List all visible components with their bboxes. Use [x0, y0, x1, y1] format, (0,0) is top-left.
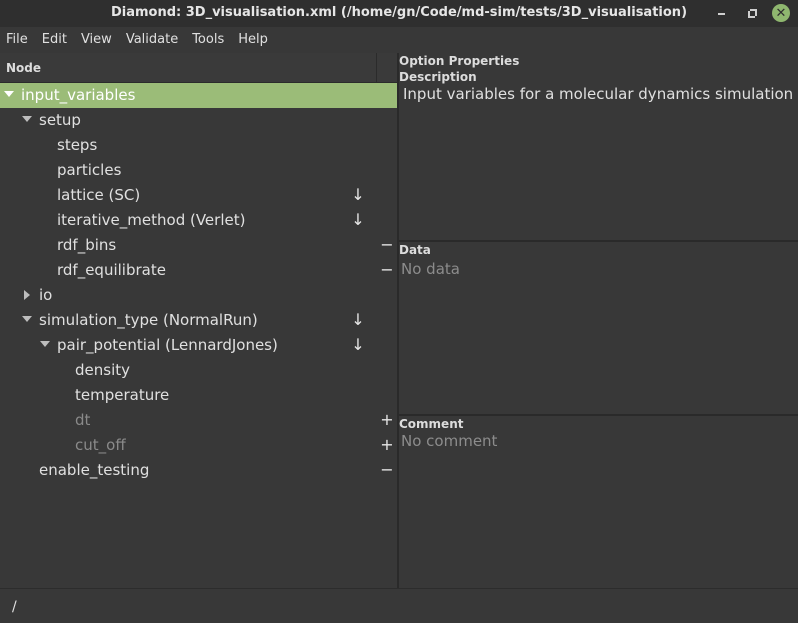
- column-header-node: Node: [6, 61, 42, 75]
- data-heading: Data: [399, 243, 431, 257]
- close-icon[interactable]: ✕: [772, 4, 790, 22]
- tree-row[interactable]: pair_potential (LennardJones) ↓: [0, 333, 397, 358]
- tree-row-label: density: [75, 361, 130, 379]
- remove-node-icon[interactable]: −: [379, 235, 395, 255]
- choice-dropdown-icon[interactable]: ↓: [350, 310, 366, 330]
- tree-row[interactable]: dt +: [0, 408, 397, 433]
- add-node-icon[interactable]: +: [379, 410, 395, 430]
- menu-view[interactable]: View: [74, 27, 119, 52]
- tree-row[interactable]: steps: [0, 133, 397, 158]
- maximize-icon[interactable]: [743, 4, 761, 22]
- tree-row[interactable]: input_variables: [0, 83, 397, 108]
- title-bar: Diamond: 3D_visualisation.xml (/home/gn/…: [0, 0, 798, 27]
- tree-row[interactable]: enable_testing −: [0, 458, 397, 483]
- tree-row-label: cut_off: [75, 436, 126, 454]
- tree-row-label: particles: [57, 161, 122, 179]
- tree-row-label: io: [39, 286, 53, 304]
- column-divider[interactable]: [376, 53, 377, 83]
- expander-expanded-icon[interactable]: [22, 316, 32, 322]
- minimize-icon[interactable]: [712, 4, 730, 22]
- expander-expanded-icon[interactable]: [40, 341, 50, 347]
- tree-row-label: pair_potential (LennardJones): [57, 336, 278, 354]
- option-properties-heading: Option Properties: [399, 54, 520, 68]
- choice-dropdown-icon[interactable]: ↓: [350, 335, 366, 355]
- tree-row[interactable]: particles: [0, 158, 397, 183]
- tree-row-label: dt: [75, 411, 91, 429]
- properties-pane: Option Properties Description Input vari…: [399, 53, 798, 588]
- menu-edit[interactable]: Edit: [35, 27, 74, 52]
- menu-file[interactable]: File: [0, 27, 35, 52]
- description-text: Input variables for a molecular dynamics…: [403, 85, 794, 103]
- menu-tools[interactable]: Tools: [185, 27, 231, 52]
- remove-node-icon[interactable]: −: [379, 460, 395, 480]
- menu-validate[interactable]: Validate: [119, 27, 185, 52]
- window-title: Diamond: 3D_visualisation.xml (/home/gn/…: [110, 5, 688, 20]
- choice-dropdown-icon[interactable]: ↓: [350, 210, 366, 230]
- menu-help[interactable]: Help: [231, 27, 275, 52]
- tree-row-label: rdf_bins: [57, 236, 117, 254]
- choice-dropdown-icon[interactable]: ↓: [350, 185, 366, 205]
- tree-row-label: simulation_type (NormalRun): [39, 311, 258, 329]
- data-comment-splitter[interactable]: [399, 414, 798, 416]
- expander-expanded-icon[interactable]: [4, 91, 14, 97]
- tree-row[interactable]: temperature: [0, 383, 397, 408]
- tree-row-label: input_variables: [21, 86, 136, 104]
- comment-field[interactable]: No comment: [401, 432, 497, 450]
- menu-bar: File Edit View Validate Tools Help: [0, 27, 798, 52]
- status-bar: /: [0, 588, 798, 623]
- description-heading: Description: [399, 70, 477, 84]
- tree-row[interactable]: iterative_method (Verlet) ↓: [0, 208, 397, 233]
- tree-row[interactable]: rdf_bins −: [0, 233, 397, 258]
- tree-row[interactable]: rdf_equilibrate −: [0, 258, 397, 283]
- tree-row-label: lattice (SC): [57, 186, 141, 204]
- tree-row[interactable]: lattice (SC) ↓: [0, 183, 397, 208]
- expander-collapsed-icon[interactable]: [24, 290, 30, 300]
- add-node-icon[interactable]: +: [379, 435, 395, 455]
- tree-row-label: setup: [39, 111, 81, 129]
- remove-node-icon[interactable]: −: [379, 260, 395, 280]
- comment-heading: Comment: [399, 417, 464, 431]
- tree-row-label: temperature: [75, 386, 170, 404]
- tree-row[interactable]: simulation_type (NormalRun) ↓: [0, 308, 397, 333]
- tree-row[interactable]: density: [0, 358, 397, 383]
- tree-row[interactable]: cut_off +: [0, 433, 397, 458]
- tree-row[interactable]: setup: [0, 108, 397, 133]
- tree-column-header[interactable]: Node: [0, 53, 397, 83]
- tree-row[interactable]: io: [0, 283, 397, 308]
- data-field[interactable]: No data: [401, 260, 460, 278]
- expander-expanded-icon[interactable]: [22, 116, 32, 122]
- description-data-splitter[interactable]: [399, 240, 798, 242]
- node-tree-pane: Node input_variablessetup steps particles l…: [0, 53, 397, 588]
- tree-row-label: steps: [57, 136, 98, 154]
- status-path: /: [12, 599, 17, 615]
- tree-row-label: rdf_equilibrate: [57, 261, 166, 279]
- tree-row-label: enable_testing: [39, 461, 150, 479]
- tree-row-label: iterative_method (Verlet): [57, 211, 246, 229]
